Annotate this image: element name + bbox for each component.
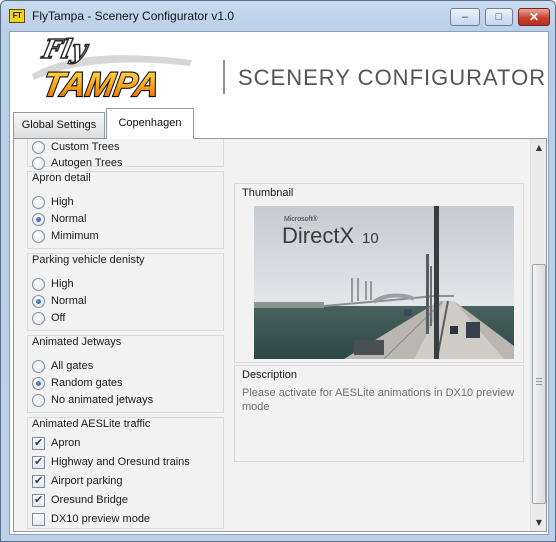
group-title: Parking vehicle denisty <box>32 254 145 266</box>
app-window: FT FlyTampa - Scenery Configurator v1.0 … <box>0 0 556 542</box>
option-label: Highway and Oresund trains <box>51 456 190 468</box>
client-area: Fly TAMPA SCENERY CONFIGURATOR Global Se… <box>9 31 549 535</box>
option-label: Apron <box>51 437 81 449</box>
description-panel: Description Please activate for AESLite … <box>234 365 524 462</box>
checkbox-checked[interactable] <box>32 455 45 469</box>
directx-brand-text: Microsoft® <box>284 215 318 223</box>
group-title: Apron detail <box>32 172 91 184</box>
option-label: High <box>51 278 74 290</box>
directx-version-text: 10 <box>362 230 379 247</box>
title-bar[interactable]: FT FlyTampa - Scenery Configurator v1.0 … <box>1 1 555 31</box>
aeslite-traffic-group: Animated AESLite traffic Apron Highway a… <box>27 417 224 529</box>
flytampa-logo: Fly TAMPA <box>32 36 192 105</box>
jetways-group: Animated Jetways All gates Random gates … <box>27 335 224 413</box>
radio-button[interactable] <box>32 157 45 170</box>
radio-button-selected[interactable] <box>32 377 45 390</box>
option-label: Normal <box>51 213 87 225</box>
option-label: Airport parking <box>51 475 123 487</box>
group-title: Animated AESLite traffic <box>32 418 151 430</box>
logo-tampa-text: TAMPA <box>40 66 162 104</box>
radio-button[interactable] <box>32 141 45 154</box>
checkbox-checked[interactable] <box>32 493 45 507</box>
thumbnail-label: Thumbnail <box>242 187 294 199</box>
option-label: Oresund Bridge <box>51 494 129 506</box>
tab-copenhagen[interactable]: Copenhagen <box>106 108 194 139</box>
scroll-up-arrow-icon[interactable]: ▲ <box>531 139 547 156</box>
apron-detail-group: Apron detail High Normal Mimimum <box>27 171 224 249</box>
radio-button-selected[interactable] <box>32 213 45 226</box>
option-label: DX10 preview mode <box>51 513 151 525</box>
tab-panel-copenhagen: Custom Trees Autogen Trees Apron detail … <box>13 138 547 532</box>
thumbnail-panel: Thumbnail Microsoft® DirectX 10 <box>234 183 524 363</box>
radio-button[interactable] <box>32 394 45 407</box>
option-label: No animated jetways <box>51 394 154 406</box>
option-label: Autogen Trees <box>51 157 123 169</box>
radio-button[interactable] <box>32 278 45 291</box>
option-label: All gates <box>51 360 94 372</box>
bridge-preview-image: Microsoft® DirectX 10 <box>254 206 514 359</box>
checkbox-checked[interactable] <box>32 474 45 488</box>
directx-product-text: DirectX <box>282 223 354 248</box>
description-text: Please activate for AESLite animations i… <box>242 387 515 413</box>
option-label: Random gates <box>51 377 123 389</box>
option-label: Normal <box>51 295 87 307</box>
close-button[interactable]: ✕ <box>518 8 550 26</box>
header-divider <box>223 60 225 94</box>
radio-button[interactable] <box>32 360 45 373</box>
option-label: Mimimum <box>51 230 99 242</box>
checkbox-checked[interactable] <box>32 436 45 450</box>
tab-global-settings[interactable]: Global Settings <box>13 112 105 139</box>
option-label: Custom Trees <box>51 141 120 153</box>
header-title: SCENERY CONFIGURATOR <box>238 65 547 90</box>
checkbox-unchecked[interactable] <box>32 513 45 526</box>
radio-button[interactable] <box>32 196 45 209</box>
scroll-thumb[interactable] <box>532 264 546 504</box>
window-title: FlyTampa - Scenery Configurator v1.0 <box>32 9 235 23</box>
grip-icon <box>536 378 542 385</box>
app-icon[interactable]: FT <box>9 9 25 23</box>
radio-button-selected[interactable] <box>32 295 45 308</box>
trees-group: Custom Trees Autogen Trees <box>27 139 224 170</box>
option-label: Off <box>51 312 66 324</box>
radio-button[interactable] <box>32 312 45 325</box>
description-label: Description <box>242 369 298 381</box>
minimize-button[interactable]: – <box>450 8 480 26</box>
radio-button[interactable] <box>32 230 45 243</box>
group-title: Animated Jetways <box>32 336 122 348</box>
option-label: High <box>51 196 74 208</box>
parking-vehicle-group: Parking vehicle denisty High Normal Off <box>27 253 224 331</box>
logo-fly-text: Fly <box>39 36 92 65</box>
scroll-down-arrow-icon[interactable]: ▼ <box>531 514 547 531</box>
maximize-button[interactable]: □ <box>485 8 513 26</box>
vertical-scrollbar[interactable]: ▲ ▼ <box>530 139 546 531</box>
thumbnail-image: Microsoft® DirectX 10 <box>254 206 514 359</box>
settings-scroll-viewport[interactable]: Custom Trees Autogen Trees Apron detail … <box>14 139 529 531</box>
